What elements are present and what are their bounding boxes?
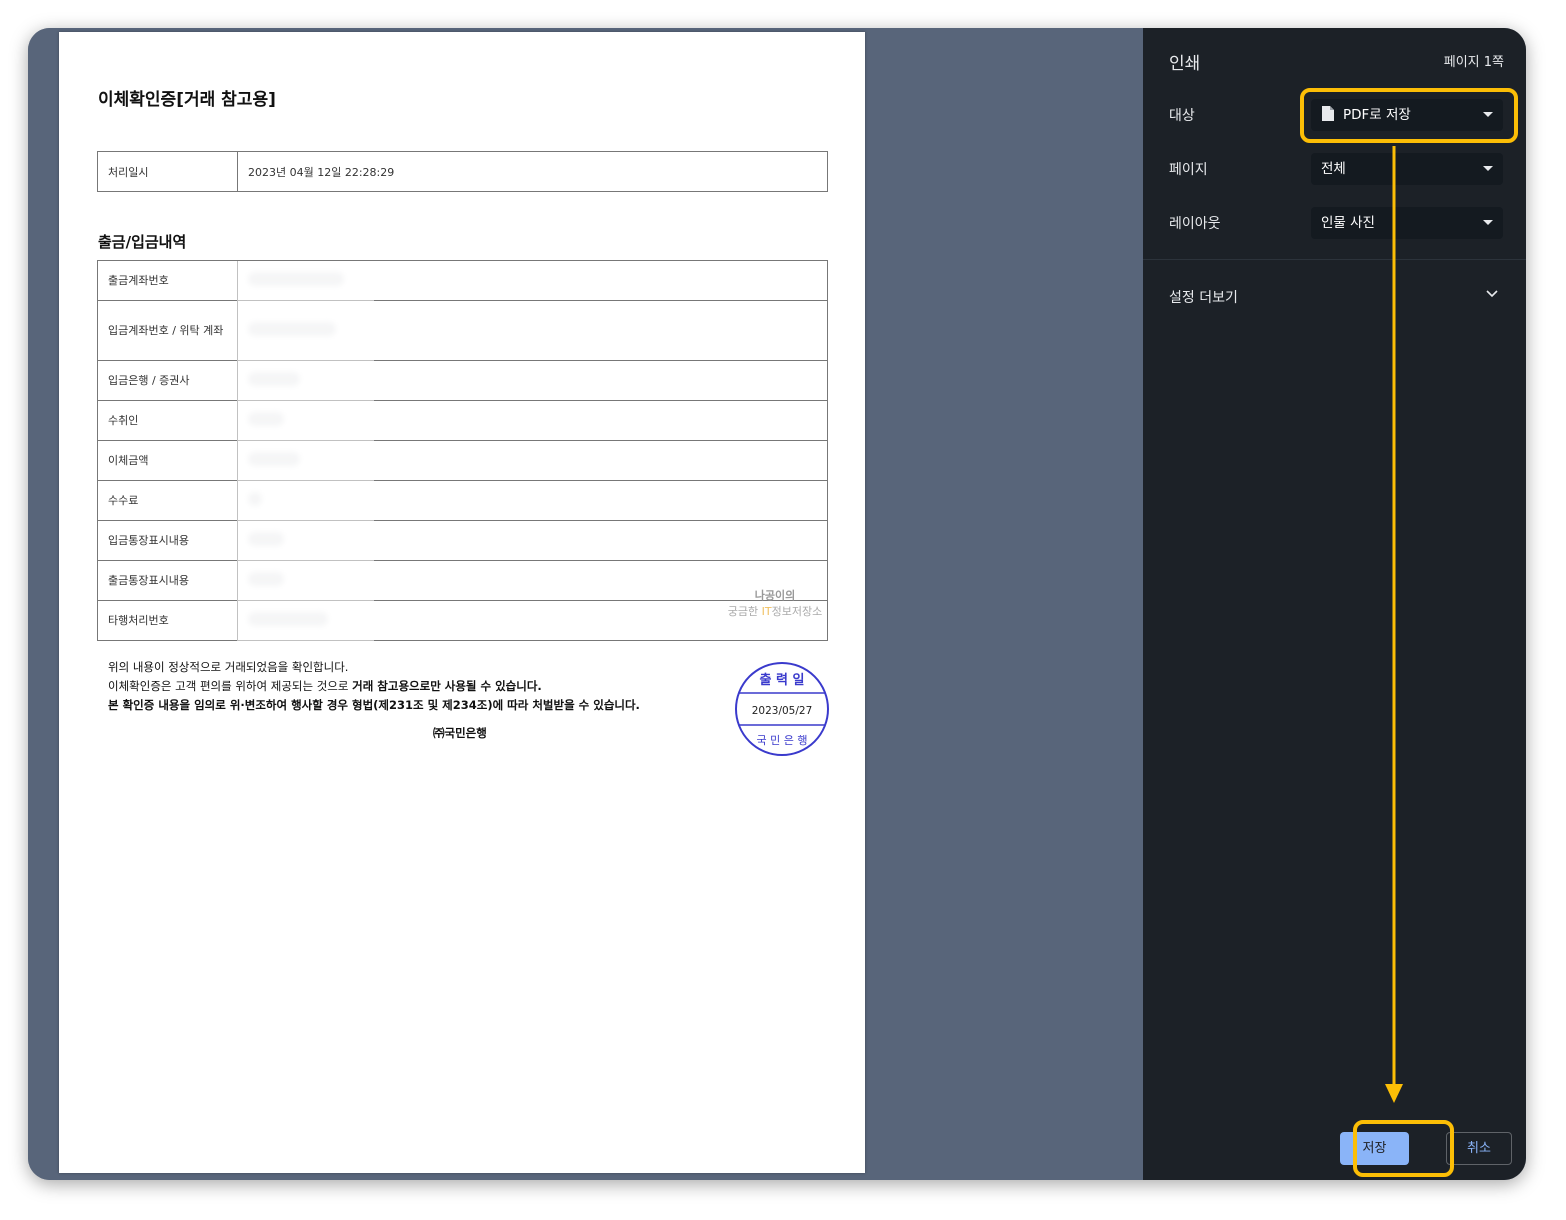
guide-arrow xyxy=(1385,146,1403,1103)
